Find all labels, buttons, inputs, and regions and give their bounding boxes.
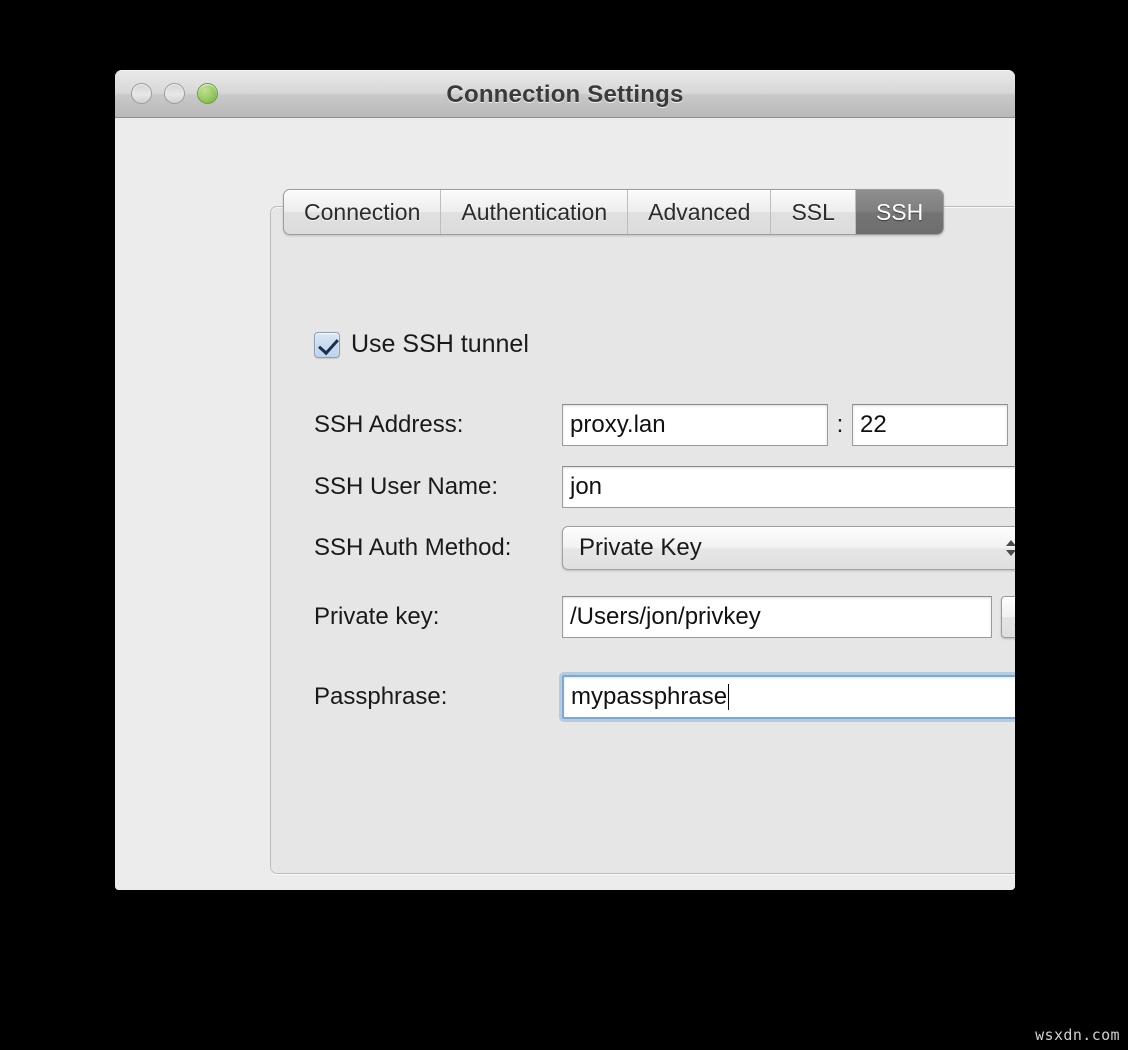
connection-settings-window: Connection Settings Connection Authentic… (115, 70, 1015, 890)
private-key-browse-button[interactable]: ... (1001, 596, 1015, 638)
tab-ssl[interactable]: SSL (771, 190, 856, 234)
passphrase-input[interactable]: mypassphrase (559, 672, 1015, 722)
tab-bar: Connection Authentication Advanced SSL S… (283, 189, 945, 235)
tab-connection[interactable]: Connection (284, 190, 442, 234)
ssh-auth-method-value: Private Key (579, 534, 702, 561)
tab-ssh[interactable]: SSH (855, 190, 944, 234)
passphrase-value: mypassphrase (571, 683, 728, 710)
chevron-updown-icon (1006, 540, 1015, 556)
use-ssh-tunnel-label: Use SSH tunnel (351, 330, 529, 358)
ssh-auth-method-row: SSH Auth Method: Private Key (314, 526, 1015, 570)
watermark: wsxdn.com (1035, 1026, 1120, 1044)
window-title: Connection Settings (446, 81, 684, 108)
ssh-auth-method-label: SSH Auth Method: (314, 534, 512, 561)
passphrase-label: Passphrase: (314, 683, 448, 710)
window-titlebar[interactable]: Connection Settings (115, 70, 1015, 118)
ssh-user-name-label: SSH User Name: (314, 473, 499, 500)
ssh-auth-method-select[interactable]: Private Key (562, 526, 1015, 570)
text-caret (728, 684, 730, 710)
ssh-user-name-row: SSH User Name: jon (314, 465, 1015, 509)
private-key-input[interactable]: /Users/jon/privkey (562, 596, 992, 638)
ssh-address-row: SSH Address: proxy.lan : 22 (314, 403, 1008, 447)
private-key-row: Private key: /Users/jon/privkey ... (314, 595, 1015, 639)
window-content: Connection Authentication Advanced SSL S… (115, 118, 1015, 890)
passphrase-row: Passphrase: mypassphrase (314, 672, 1015, 722)
use-ssh-tunnel-row[interactable]: Use SSH tunnel (314, 330, 529, 359)
tab-advanced[interactable]: Advanced (628, 190, 772, 234)
ssh-port-input[interactable]: 22 (852, 404, 1008, 446)
ssh-user-name-input[interactable]: jon (562, 466, 1015, 508)
use-ssh-tunnel-checkbox[interactable] (314, 331, 340, 358)
private-key-label: Private key: (314, 603, 440, 630)
tab-authentication[interactable]: Authentication (441, 190, 629, 234)
ssh-address-input[interactable]: proxy.lan (562, 404, 828, 446)
ssh-address-label: SSH Address: (314, 411, 464, 438)
address-port-separator: : (836, 411, 844, 438)
